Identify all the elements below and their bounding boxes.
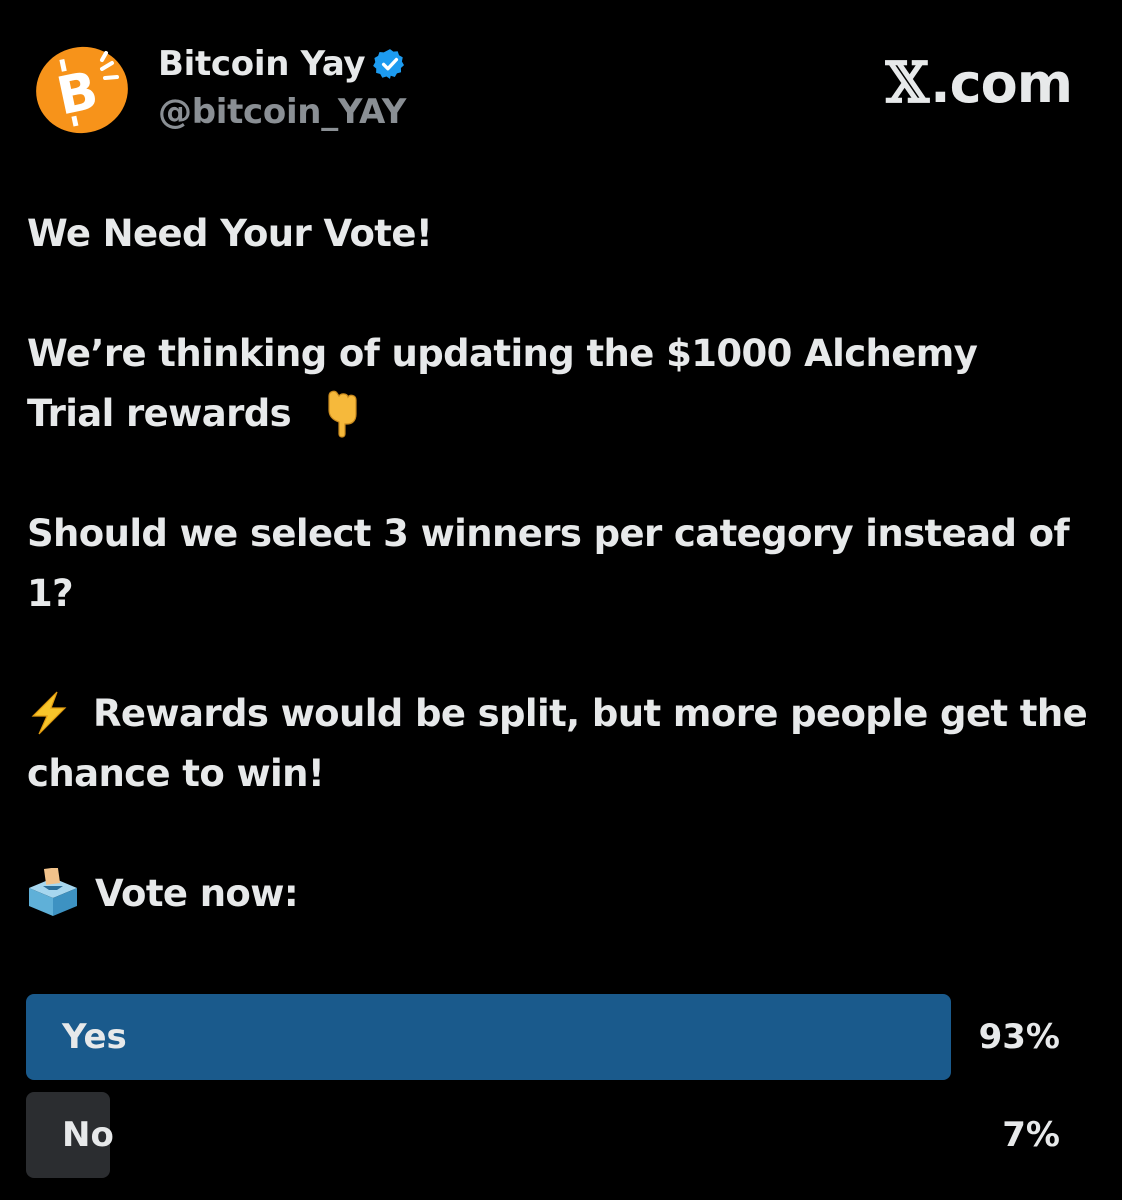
post-paragraph-1-text: Trial rewards	[27, 392, 292, 435]
post-paragraph-3-text: Rewards would be split, but more people …	[93, 692, 1088, 735]
poll-option-yes-percent: 93%	[978, 1017, 1060, 1057]
post-paragraph-1-line-2: Trial rewards	[27, 390, 361, 438]
post-call-to-action-text: Vote now:	[95, 872, 299, 915]
poll-option-yes[interactable]: Yes 93%	[26, 994, 1060, 1080]
poll-option-yes-bar	[26, 994, 951, 1080]
high-voltage-icon	[31, 691, 67, 734]
x-com-brand: 𝕏 .com	[885, 50, 1073, 116]
author-handle[interactable]: @bitcoin_YAY	[158, 92, 406, 132]
post-paragraph-3-line-1: Rewards would be split, but more people …	[27, 691, 1088, 736]
backhand-index-pointing-down-icon	[328, 390, 357, 438]
post-call-to-action: Vote now:	[27, 867, 299, 918]
post-header: B Bitcoin Yay @bitcoin_YAY 𝕏 .com	[0, 0, 1122, 150]
post-headline: We Need Your Vote!	[27, 212, 433, 255]
avatar[interactable]: B	[32, 45, 132, 135]
brand-suffix: .com	[930, 51, 1073, 115]
post-paragraph-2-line-1: Should we select 3 winners per category …	[27, 512, 1070, 555]
verified-badge-icon	[373, 49, 405, 79]
post-paragraph-1-line-1: We’re thinking of updating the $1000 Alc…	[27, 332, 978, 375]
post-paragraph-3-line-2: chance to win!	[27, 752, 325, 795]
poll-option-no[interactable]: No 7%	[26, 1092, 1060, 1178]
post-paragraph-2-line-2: 1?	[27, 572, 74, 615]
poll-option-yes-label: Yes	[62, 1017, 127, 1057]
x-logo-icon: 𝕏	[885, 50, 929, 116]
poll-option-no-percent: 7%	[1002, 1115, 1060, 1155]
ballot-box-icon	[29, 867, 77, 916]
poll-option-no-label: No	[62, 1115, 114, 1155]
author-display-name[interactable]: Bitcoin Yay	[158, 44, 366, 84]
author-name-row[interactable]: Bitcoin Yay	[158, 44, 407, 84]
